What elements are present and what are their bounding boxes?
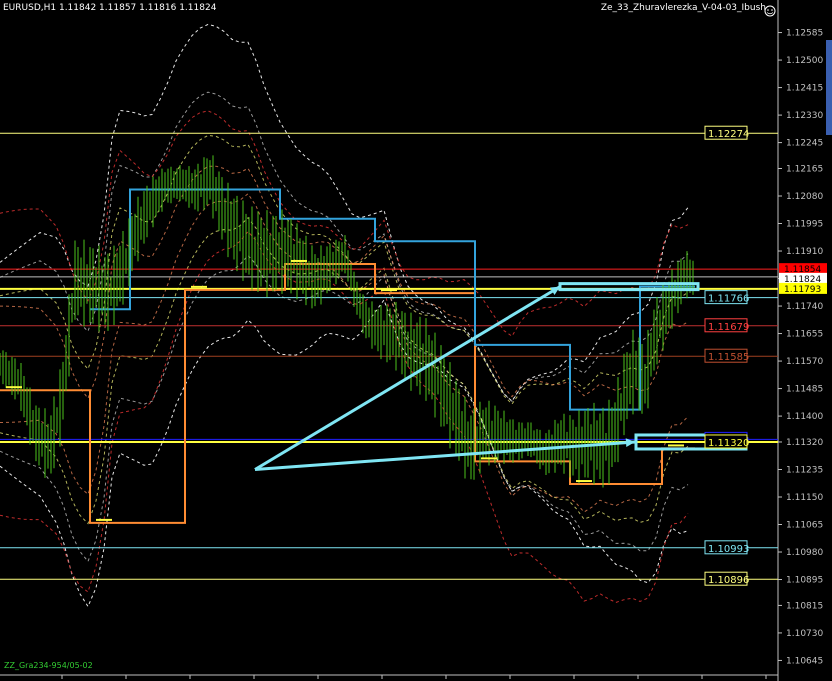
price-tick-label: 1.12080: [786, 192, 823, 202]
price-tick-label: 1.11400: [786, 412, 823, 422]
level-label: 1.11679: [708, 322, 749, 333]
price-tick-label: 1.10645: [786, 656, 823, 666]
price-tick-label: 1.11150: [786, 493, 823, 503]
level-label: 1.10993: [708, 544, 749, 555]
footer-overlay-text: ZZ_Gra234-954/05-02: [4, 661, 93, 670]
price-tick-label: 1.12245: [786, 139, 823, 149]
level-label: 1.10896: [708, 575, 749, 586]
price-tick-label: 1.10815: [786, 601, 823, 611]
scale-strip: [826, 40, 832, 135]
level-label: 1.11320: [708, 438, 749, 449]
price-tick-label: 1.10895: [786, 576, 823, 586]
price-tick-label: 1.12165: [786, 164, 823, 174]
price-tick-label: 1.11320: [786, 438, 823, 448]
level-label: 1.11766: [708, 294, 749, 305]
price-tick-label: 1.11655: [786, 330, 823, 340]
price-tick-label: 1.11485: [786, 385, 823, 395]
price-tick-label: 1.10980: [786, 548, 823, 558]
price-tick-label: 1.12415: [786, 84, 823, 94]
level-label: 1.11585: [708, 352, 749, 363]
price-tick-label: 1.12585: [786, 29, 823, 39]
price-marker-label: 1.11793: [784, 285, 821, 295]
price-chart[interactable]: 1.122741.117661.116791.115851.113281.113…: [0, 0, 832, 681]
price-tick-label: 1.11910: [786, 247, 823, 257]
level-label: 1.12274: [708, 129, 749, 140]
smiley-eye-left: [767, 9, 769, 11]
price-tick-label: 1.11235: [786, 465, 823, 475]
price-tick-label: 1.11570: [786, 357, 823, 367]
smiley-eye-right: [771, 9, 773, 11]
price-tick-label: 1.12330: [786, 111, 823, 121]
price-tick-label: 1.12500: [786, 56, 823, 66]
indicator-name: Ze_33_Zhuravlerezka_V-04-03_Ibush: [600, 3, 766, 13]
price-tick-label: 1.11065: [786, 521, 823, 531]
symbol-info: EURUSD,H1 1.11842 1.11857 1.11816 1.1182…: [3, 3, 217, 13]
price-tick-label: 1.11995: [786, 220, 823, 230]
price-tick-label: 1.11740: [786, 302, 823, 312]
price-tick-label: 1.10730: [786, 629, 823, 639]
